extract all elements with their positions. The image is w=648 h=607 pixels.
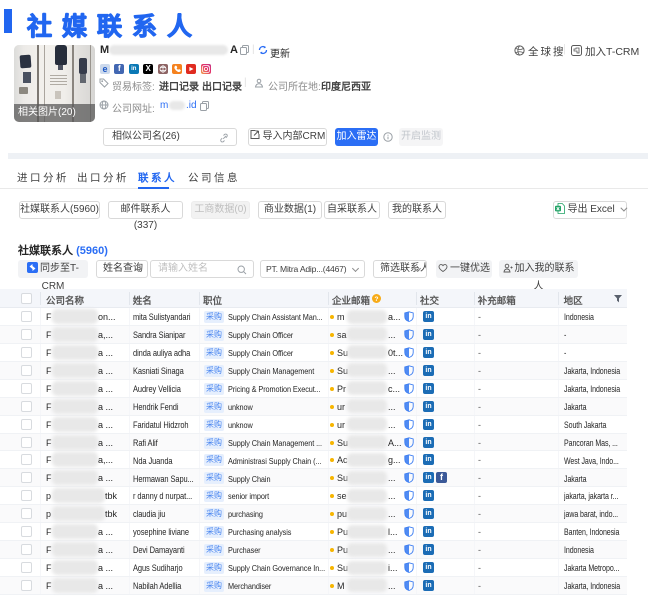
svg-text:?: ? <box>375 296 379 303</box>
